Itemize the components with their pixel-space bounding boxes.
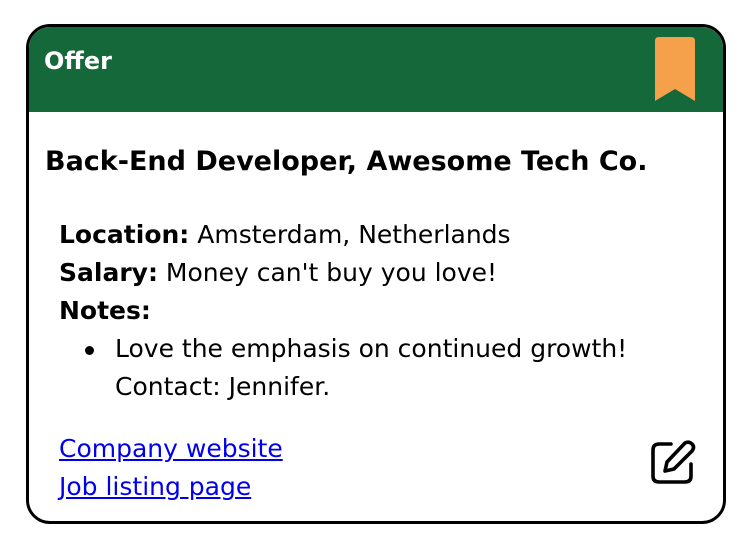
card-header: Offer: [29, 27, 723, 112]
notes-list: Love the emphasis on continued growth! C…: [59, 330, 679, 406]
job-card: Offer Back-End Developer, Awesome Tech C…: [26, 24, 726, 524]
company-website-link[interactable]: Company website: [59, 430, 283, 468]
notes-label: Notes:: [59, 296, 151, 325]
edit-icon[interactable]: [649, 438, 697, 486]
job-title: Back-End Developer, Awesome Tech Co.: [45, 146, 648, 177]
status-label: Offer: [44, 47, 112, 75]
notes-row: Notes:: [59, 292, 679, 330]
salary-row: Salary: Money can't buy you love!: [59, 254, 679, 292]
salary-value: Money can't buy you love!: [165, 258, 498, 287]
location-row: Location: Amsterdam, Netherlands: [59, 216, 679, 254]
location-value: Amsterdam, Netherlands: [197, 220, 511, 249]
list-item: Love the emphasis on continued growth! C…: [85, 330, 679, 406]
location-label: Location:: [59, 220, 190, 249]
job-listing-link[interactable]: Job listing page: [59, 468, 283, 506]
bookmark-icon[interactable]: [655, 37, 695, 101]
job-details: Location: Amsterdam, Netherlands Salary:…: [59, 216, 679, 406]
salary-label: Salary:: [59, 258, 158, 287]
links: Company website Job listing page: [59, 430, 283, 506]
